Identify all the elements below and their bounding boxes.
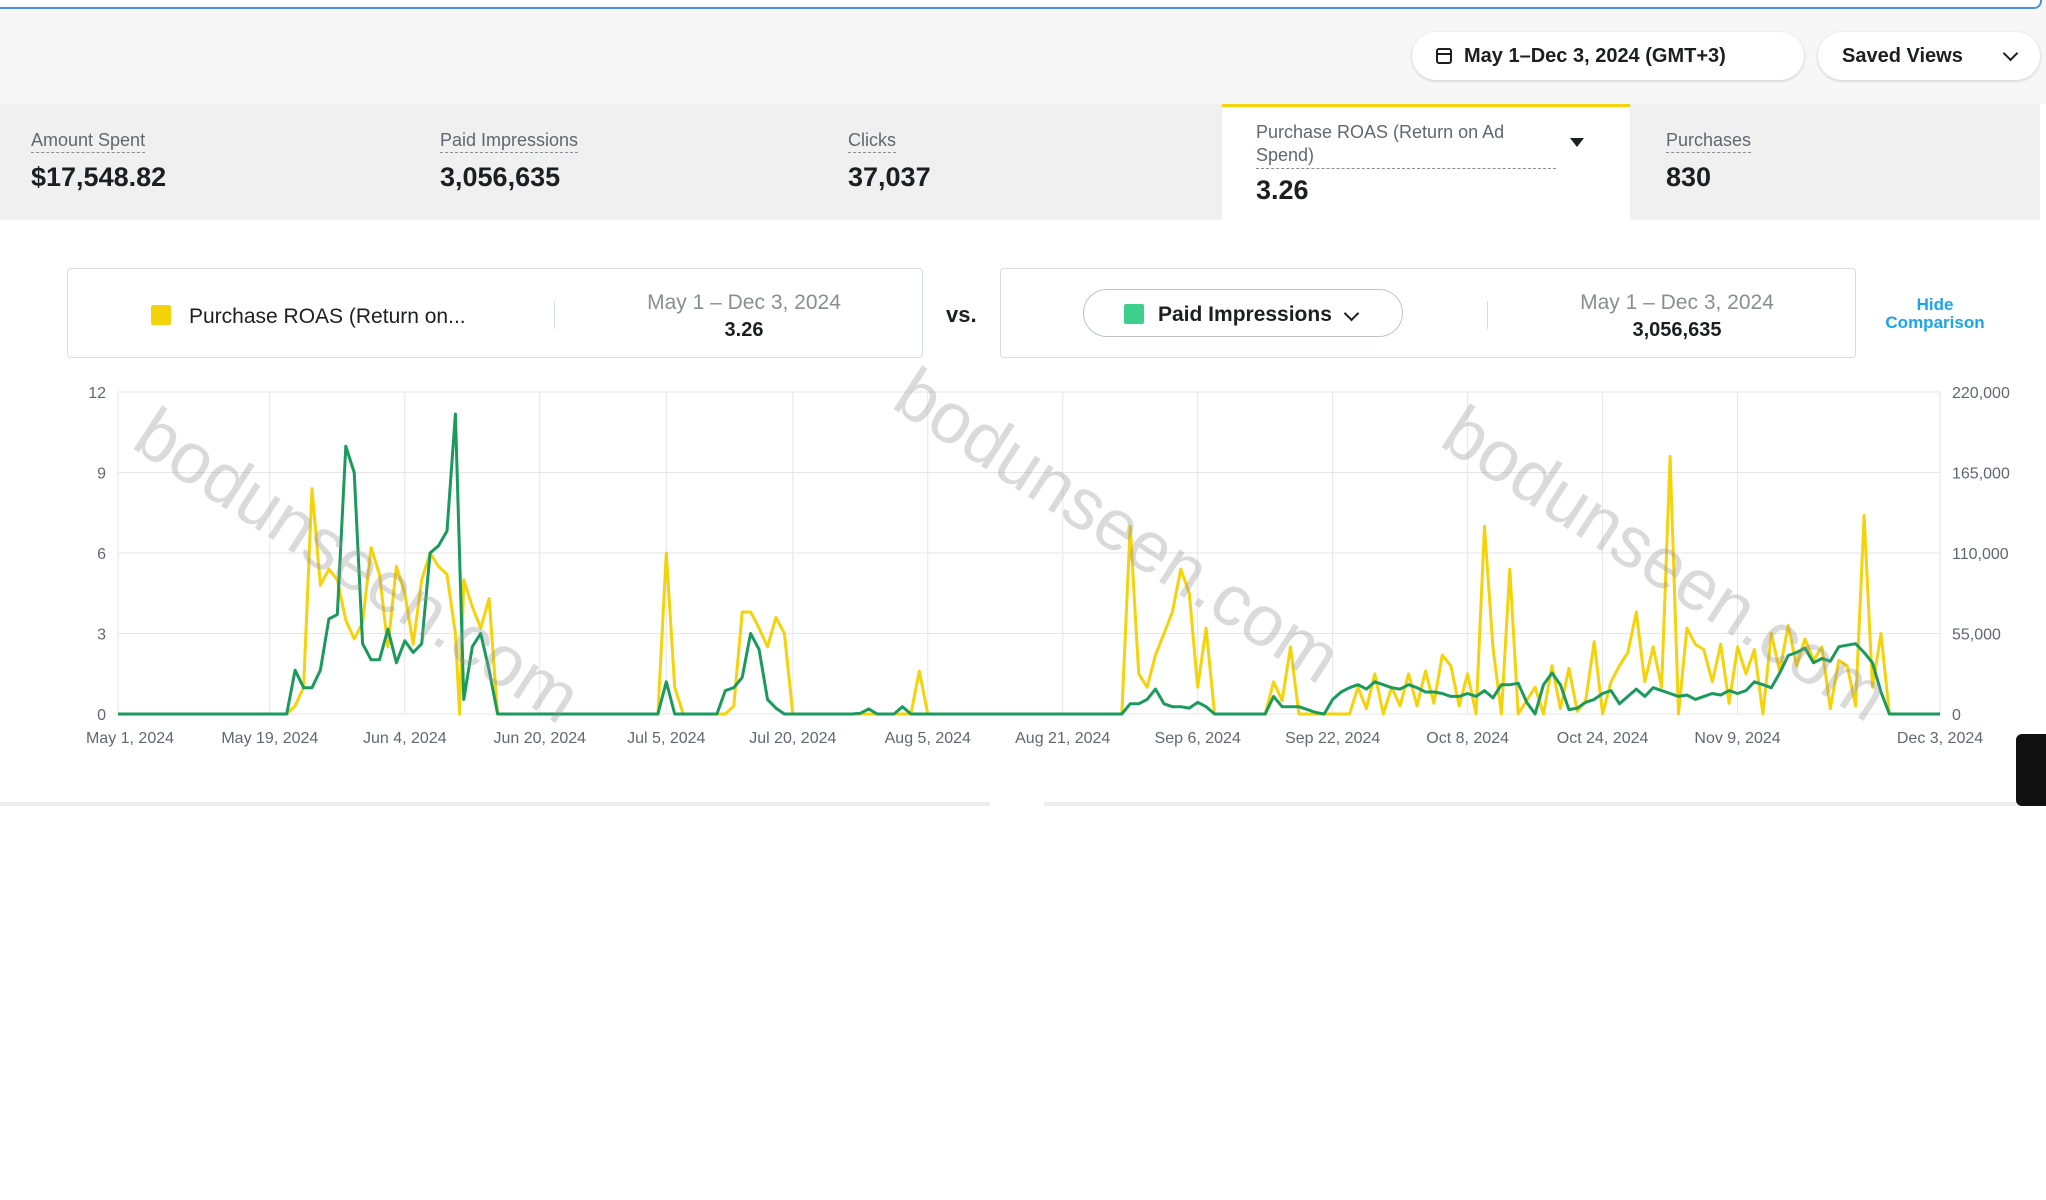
comparison-chart: 0 0 3 55,000 6 110,000 9 165,000 12 220,000 May 1,… [0, 380, 2046, 780]
legend-swatch-yellow [151, 305, 171, 325]
date-range-button[interactable]: May 1–Dec 3, 2024 (GMT+3) [1412, 32, 1804, 80]
metric-clicks[interactable]: Clicks 37,037 [816, 104, 1222, 220]
secondary-value: 3,056,635 [1632, 319, 1722, 341]
primary-date-range: May 1 – Dec 3, 2024 [647, 291, 841, 314]
metric-value: 3,056,635 [440, 162, 561, 192]
primary-metric-name: Purchase ROAS (Return on... [189, 305, 466, 328]
x-tick-label: May 19, 2024 [221, 730, 318, 747]
vs-label: vs. [946, 302, 977, 327]
metric-purchases[interactable]: Purchases 830 [1630, 104, 2040, 220]
metric-label: Paid Impressions [440, 130, 579, 153]
secondary-date-range: May 1 – Dec 3, 2024 [1580, 291, 1774, 314]
metric-value: 830 [1666, 162, 1712, 192]
x-tick-label: Oct 8, 2024 [1426, 730, 1509, 747]
saved-views-label: Saved Views [1842, 44, 1963, 67]
x-tick-label: Jun 20, 2024 [493, 730, 586, 747]
comparison-card-primary: Purchase ROAS (Return on... May 1 – Dec … [67, 268, 923, 358]
legend-swatch-green [1124, 304, 1144, 324]
hide-comparison-line1: Hide [1916, 295, 1954, 314]
y-right-tick-label: 110,000 [1952, 546, 2009, 563]
top-toolbar: May 1–Dec 3, 2024 (GMT+3) Saved Views [0, 0, 2046, 104]
comparison-metric-select[interactable]: Paid Impressions [1083, 289, 1403, 337]
primary-value: 3.26 [724, 319, 764, 341]
x-tick-label: Oct 24, 2024 [1557, 730, 1649, 747]
x-tick-label: Aug 21, 2024 [1015, 730, 1110, 747]
chevron-down-icon [2002, 45, 2019, 61]
x-tick-label: Nov 9, 2024 [1694, 730, 1780, 747]
y-left-tick-label: 9 [97, 466, 106, 483]
metric-value: 3.26 [1256, 175, 1309, 205]
divider [1487, 301, 1488, 329]
y-right-tick-label: 165,000 [1952, 466, 2010, 483]
y-left-tick-label: 12 [88, 385, 106, 402]
hide-comparison-link[interactable]: Hide Comparison [1880, 296, 1990, 332]
metric-purchase-roas[interactable]: Purchase ROAS (Return on Ad Spend) 3.26 [1222, 104, 1630, 220]
y-right-tick-label: 55,000 [1952, 627, 2001, 644]
x-tick-label: Jul 20, 2024 [749, 730, 836, 747]
metrics-bar: Amount Spent $17,548.82 Paid Impressions… [0, 104, 2040, 220]
metric-label: Purchase ROAS (Return on Ad Spend) [1256, 121, 1556, 169]
chevron-down-icon [1343, 305, 1360, 322]
x-tick-label: Jun 4, 2024 [363, 730, 447, 747]
metric-label: Amount Spent [31, 130, 146, 153]
y-right-tick-label: 0 [1952, 707, 1961, 724]
x-tick-label: Dec 3, 2024 [1897, 730, 1983, 747]
caret-down-icon[interactable] [1570, 138, 1584, 147]
calendar-icon [1436, 48, 1452, 64]
metric-value: 37,037 [848, 162, 931, 192]
metric-amount-spent[interactable]: Amount Spent $17,548.82 [0, 104, 408, 220]
x-tick-label: Sep 22, 2024 [1285, 730, 1380, 747]
line-chart-svg: 0 0 3 55,000 6 110,000 9 165,000 12 220,000 May 1,… [86, 385, 2010, 747]
y-left-tick-label: 6 [97, 546, 106, 563]
divider [554, 301, 555, 329]
y-left-tick-label: 0 [97, 707, 106, 724]
comparison-card-secondary: Paid Impressions May 1 – Dec 3, 2024 3,0… [1000, 268, 1856, 358]
top-border [0, 0, 2042, 9]
x-tick-label: Aug 5, 2024 [885, 730, 971, 747]
date-range-label: May 1–Dec 3, 2024 (GMT+3) [1464, 44, 1726, 67]
comparison-metric-name: Paid Impressions [1158, 303, 1332, 326]
hide-comparison-line2: Comparison [1885, 313, 1985, 332]
scrollbar-thumb[interactable] [2016, 734, 2046, 806]
metric-label: Clicks [848, 130, 896, 153]
y-left-tick-label: 3 [97, 627, 106, 644]
x-tick-label: May 1, 2024 [86, 730, 174, 747]
x-tick-label: Jul 5, 2024 [627, 730, 705, 747]
saved-views-button[interactable]: Saved Views [1818, 32, 2040, 80]
metric-label: Purchases [1666, 130, 1752, 153]
divider-gap [990, 802, 1044, 808]
metric-value: $17,548.82 [31, 162, 167, 192]
series-line-purchase-roas [118, 454, 1940, 716]
y-right-tick-label: 220,000 [1952, 385, 2010, 402]
metric-paid-impressions[interactable]: Paid Impressions 3,056,635 [408, 104, 816, 220]
x-tick-label: Sep 6, 2024 [1155, 730, 1241, 747]
